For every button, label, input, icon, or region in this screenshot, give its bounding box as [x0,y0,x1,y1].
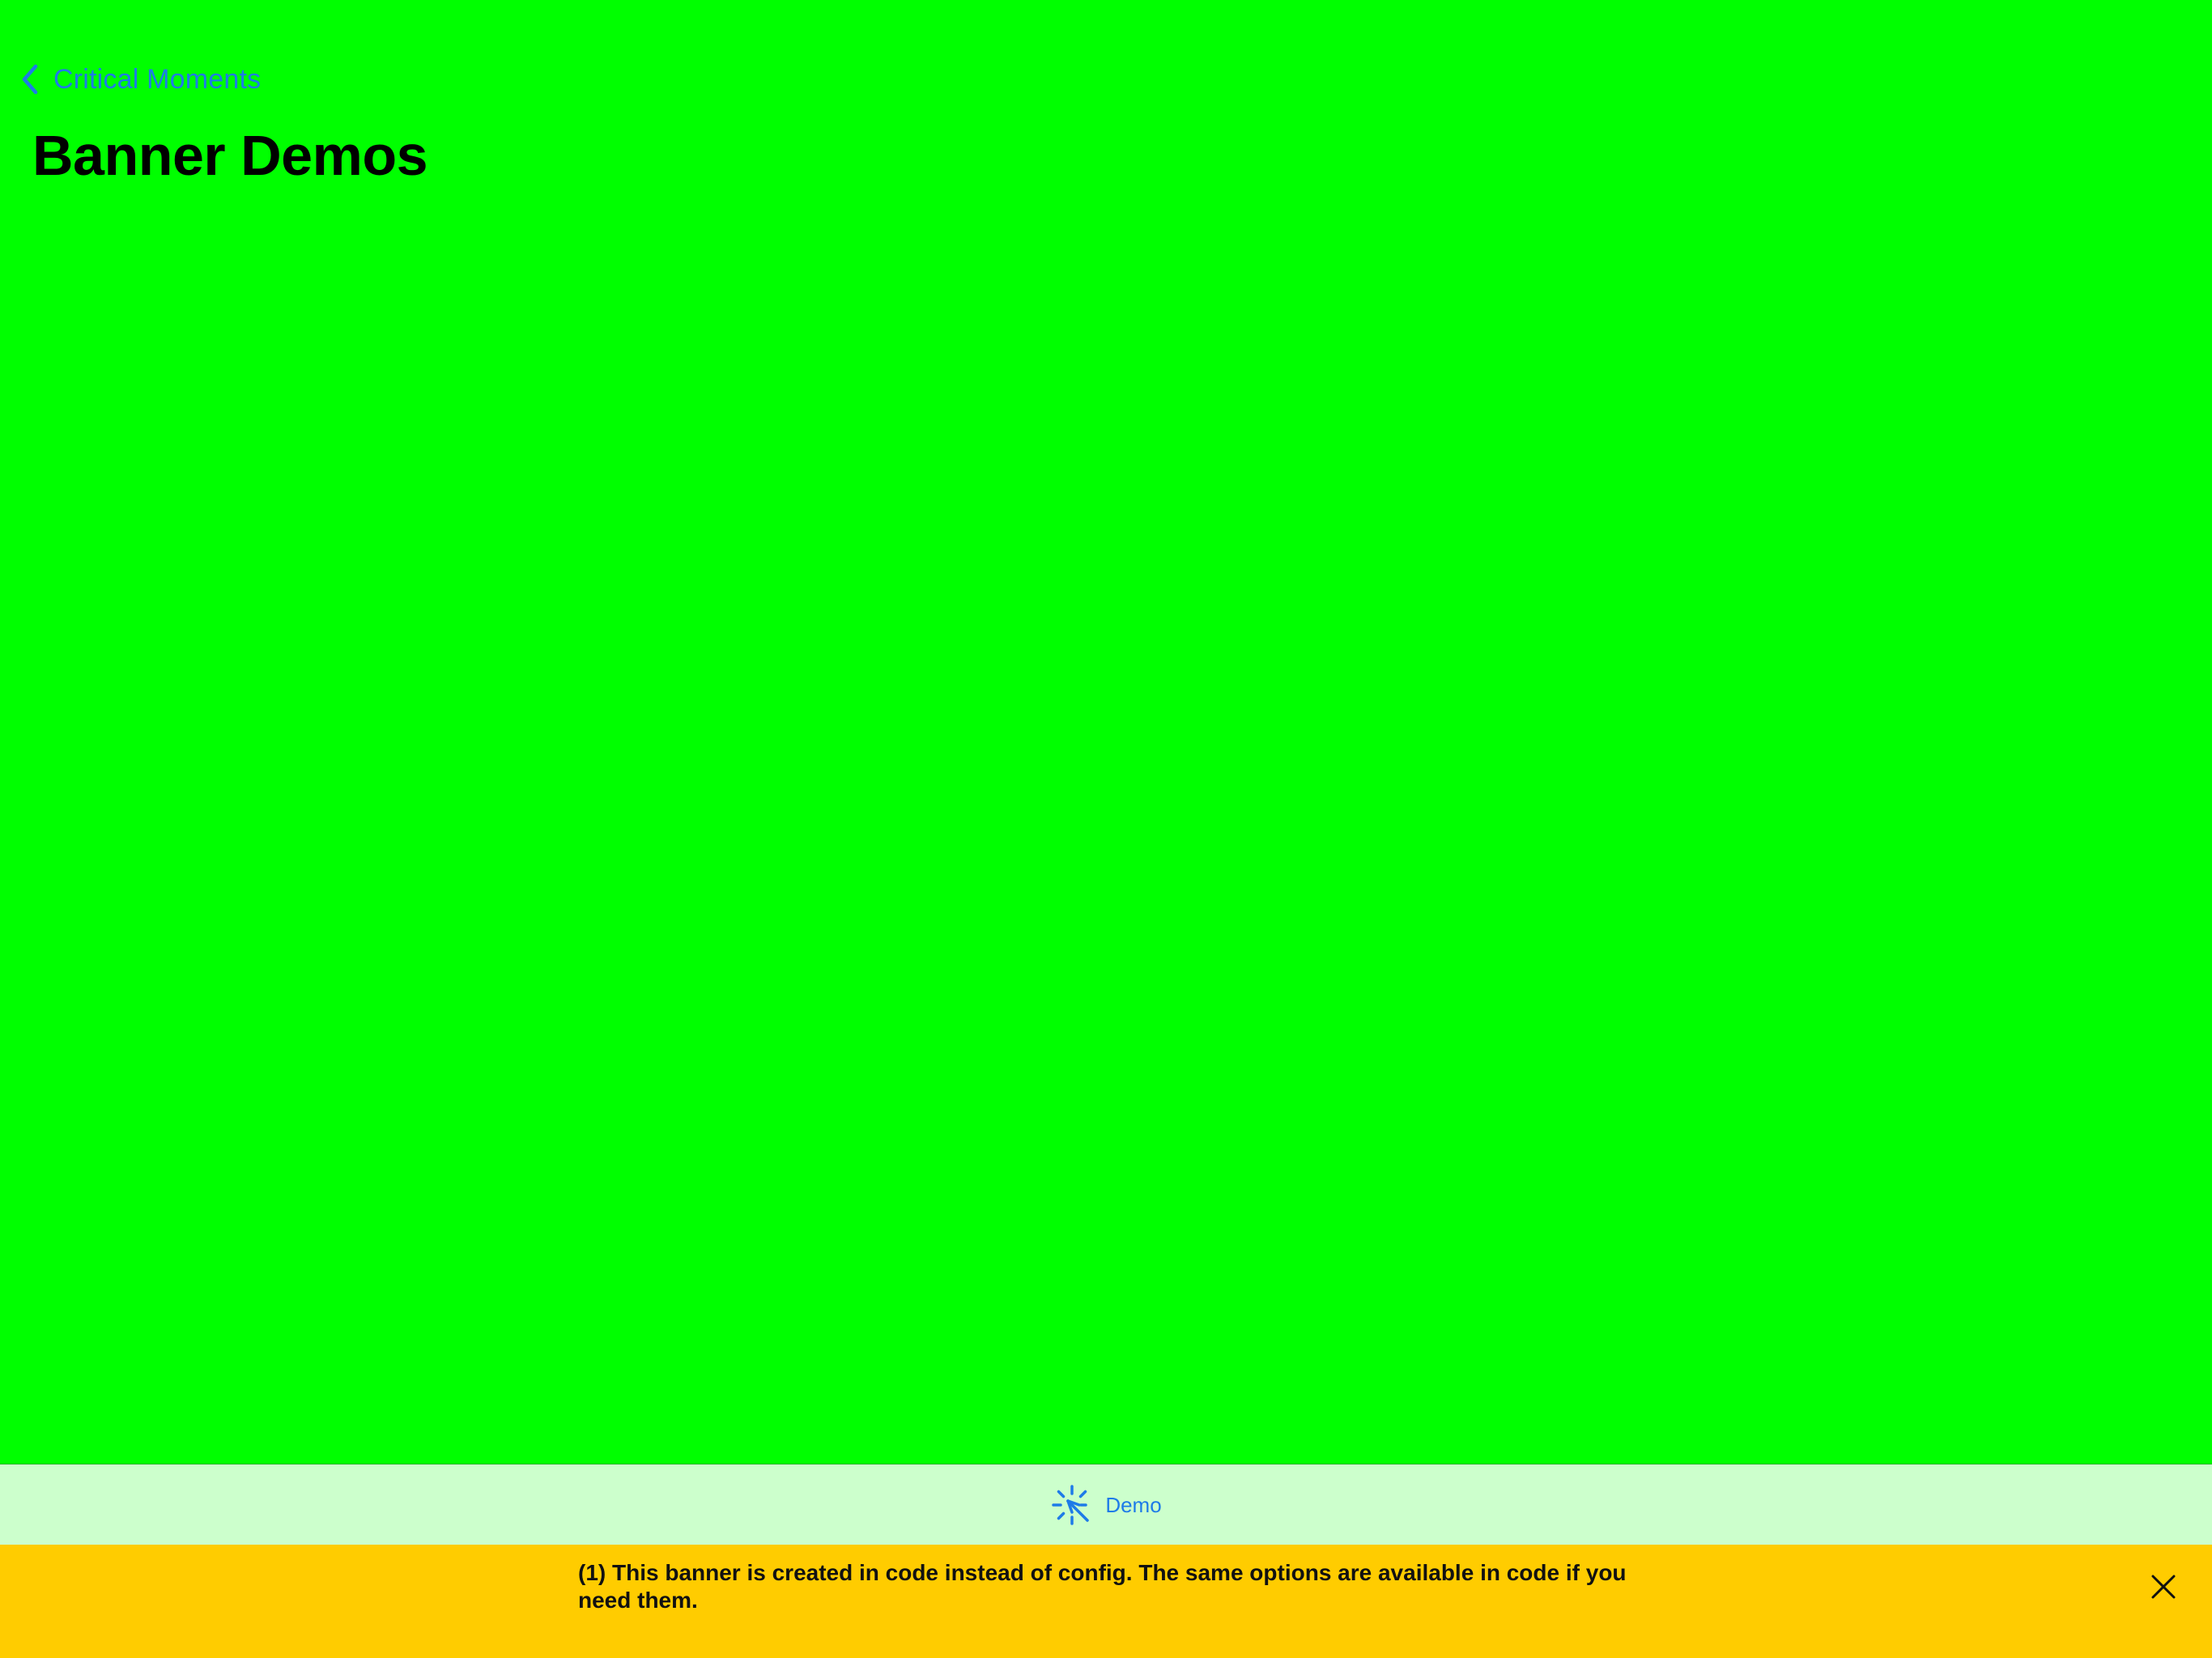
tab-demo-label: Demo [1105,1492,1162,1517]
back-button-label: Critical Moments [53,63,262,95]
close-icon [2151,1575,2176,1599]
back-button[interactable]: Critical Moments [18,58,261,100]
tab-demo[interactable]: Demo [1050,1483,1162,1527]
banner: (1) This banner is created in code inste… [0,1545,2212,1658]
sparkle-cursor-icon [1052,1485,1090,1525]
banner-close-button[interactable] [2146,1569,2181,1605]
banner-message: (1) This banner is created in code inste… [578,1560,1627,1613]
tab-bar: Demo [0,1464,2212,1545]
chevron-left-icon [22,64,38,95]
page-title: Banner Demos [32,124,428,187]
